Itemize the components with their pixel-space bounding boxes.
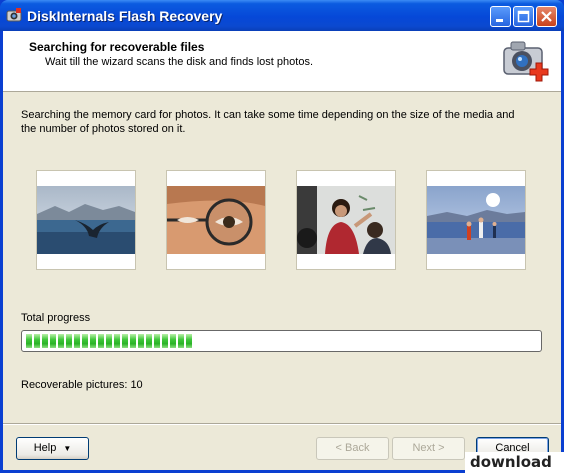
progress-segment [122, 334, 128, 348]
progress-segment [58, 334, 64, 348]
dropdown-arrow-icon: ▼ [63, 444, 72, 453]
progress-segment [106, 334, 112, 348]
app-icon [6, 8, 22, 22]
button-separator [3, 423, 561, 425]
beach-photo-icon [427, 186, 525, 254]
progress-segment [114, 334, 120, 348]
progress-segment [130, 334, 136, 348]
progress-segment [34, 334, 40, 348]
progress-segment [42, 334, 48, 348]
progress-segment [26, 334, 32, 348]
page-subtitle: Wait till the wizard scans the disk and … [45, 56, 313, 68]
progress-segment [154, 334, 160, 348]
title-bar[interactable]: DiskInternals Flash Recovery [0, 0, 564, 31]
progress-segment [146, 334, 152, 348]
progress-segment [178, 334, 184, 348]
total-progress-bar [21, 330, 542, 352]
classroom-photo-icon [297, 186, 395, 254]
download-watermark: download [465, 452, 564, 473]
progress-segment [74, 334, 80, 348]
back-button[interactable]: < Back [316, 437, 389, 460]
photo-thumbnail-2 [166, 170, 266, 270]
maximize-button[interactable] [513, 6, 534, 27]
description-text: Searching the memory card for photos. It… [21, 109, 515, 135]
window-title: DiskInternals Flash Recovery [27, 8, 223, 24]
progress-segment [162, 334, 168, 348]
close-button[interactable] [536, 6, 557, 27]
help-button-label: Help [33, 442, 57, 454]
next-button[interactable]: Next > [392, 437, 465, 460]
photo-thumbnail-3 [296, 170, 396, 270]
progress-segment [98, 334, 104, 348]
wizard-client-area: Searching for recoverable files Wait til… [3, 31, 561, 470]
whale-tail-photo-icon [37, 186, 135, 254]
progress-segment [82, 334, 88, 348]
photo-thumbnail-4 [426, 170, 526, 270]
camera-recovery-icon [503, 41, 549, 82]
watermark-text: download [470, 453, 552, 471]
help-button[interactable]: Help ▼ [16, 437, 89, 460]
maximize-icon [517, 10, 530, 23]
wizard-header: Searching for recoverable files Wait til… [3, 31, 561, 92]
app-window: DiskInternals Flash Recovery Searching f… [0, 0, 564, 473]
minimize-button[interactable] [490, 6, 511, 27]
progress-segment [138, 334, 144, 348]
progress-segment [186, 334, 192, 348]
page-title: Searching for recoverable files [29, 40, 205, 54]
progress-segment [66, 334, 72, 348]
progress-fill [26, 334, 195, 348]
recoverable-pictures-count: Recoverable pictures: 10 [21, 379, 143, 391]
eyeglasses-photo-icon [167, 186, 265, 254]
progress-label: Total progress [21, 312, 91, 324]
photo-thumbnail-1 [36, 170, 136, 270]
progress-segment [170, 334, 176, 348]
minimize-icon [496, 19, 503, 22]
close-icon [541, 11, 552, 22]
progress-segment [90, 334, 96, 348]
progress-segment [50, 334, 56, 348]
